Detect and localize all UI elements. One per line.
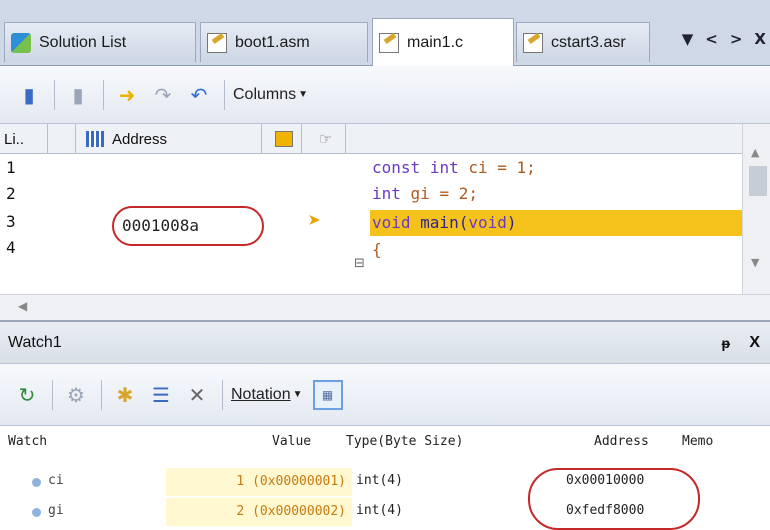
refresh-icon[interactable]: ↻ bbox=[12, 380, 42, 410]
watch-table: Watch Value Type(Byte Size) Address Memo… bbox=[0, 426, 770, 530]
watch-name: gi bbox=[48, 503, 64, 518]
watch-type: int(4) bbox=[356, 473, 403, 488]
undo-icon[interactable]: ↶ bbox=[184, 80, 214, 110]
breakpoint-icon bbox=[274, 131, 293, 147]
go-to-pc-icon[interactable]: ➜ bbox=[112, 80, 142, 110]
address-column-header[interactable]: Address bbox=[76, 124, 262, 154]
close-icon[interactable]: X bbox=[749, 334, 760, 352]
collapse-icon[interactable]: ⊟ bbox=[354, 256, 365, 271]
editor-column-header: Li.. Address ☞ bbox=[0, 124, 750, 154]
address-annotation-circle bbox=[528, 468, 700, 530]
col-header-address[interactable]: Address bbox=[594, 434, 649, 449]
tab-label: cstart3.asr bbox=[551, 33, 626, 51]
asm-file-icon bbox=[207, 32, 227, 53]
horizontal-scrollbar[interactable]: ◀ bbox=[0, 294, 770, 320]
chevron-down-icon: ▼ bbox=[292, 388, 303, 400]
delete-icon[interactable]: ✕ bbox=[182, 380, 212, 410]
current-pc-arrow-icon: ➤ bbox=[308, 209, 322, 234]
watch-name: ci bbox=[48, 473, 64, 488]
watch-type: int(4) bbox=[356, 503, 403, 518]
step-over-icon[interactable]: ↷ bbox=[148, 80, 178, 110]
toolbar-separator bbox=[222, 379, 223, 410]
variable-icon bbox=[32, 508, 41, 517]
address-annotation-circle bbox=[112, 206, 264, 246]
pointer-icon: ☞ bbox=[318, 131, 333, 148]
toolbar-separator bbox=[52, 379, 53, 410]
gear-icon[interactable]: ⚙ bbox=[61, 380, 91, 410]
tab-main1-c[interactable]: main1.c bbox=[372, 18, 514, 66]
hex-notation-icon[interactable]: ▦ bbox=[312, 379, 343, 410]
col-header-watch[interactable]: Watch bbox=[8, 434, 47, 449]
tab-label: Solution List bbox=[39, 33, 127, 51]
col-header-memo[interactable]: Memo bbox=[682, 434, 713, 449]
editor-toolbar: ▮ ▮ ➜ ↷ ↶ Columns ▼ bbox=[0, 66, 770, 124]
bookmark-icon[interactable]: ▮ bbox=[14, 80, 44, 110]
scrollbar-thumb[interactable] bbox=[749, 166, 767, 196]
toolbar-separator bbox=[103, 79, 104, 110]
code-line[interactable]: { bbox=[372, 240, 382, 259]
code-line-current[interactable]: void main(void) bbox=[370, 210, 742, 236]
tab-next-icon[interactable]: > bbox=[730, 30, 743, 48]
tab-boot1-asm[interactable]: boot1.asm bbox=[200, 22, 368, 62]
code-line[interactable]: const int ci = 1; bbox=[372, 158, 536, 177]
columns-label: Columns bbox=[233, 85, 297, 103]
tab-label: boot1.asm bbox=[235, 33, 310, 51]
solution-icon bbox=[11, 32, 31, 53]
variable-icon bbox=[32, 478, 41, 487]
watch-toolbar: ↻ ⚙ ✱ ☰ ✕ Notation ▼ ▦ bbox=[0, 364, 770, 426]
col-header-type[interactable]: Type(Byte Size) bbox=[346, 434, 463, 449]
action-column-header[interactable]: ☞ bbox=[302, 124, 346, 154]
add-group-icon[interactable]: ☰ bbox=[146, 380, 176, 410]
toolbar-separator bbox=[224, 79, 225, 110]
add-watch-icon[interactable]: ✱ bbox=[110, 380, 140, 410]
c-file-icon bbox=[379, 32, 399, 53]
line-column-header[interactable]: Li.. bbox=[0, 124, 48, 154]
pin-icon[interactable]: ᵽ bbox=[721, 335, 730, 351]
breakpoint-column-header[interactable] bbox=[262, 124, 302, 154]
notation-label: Notation bbox=[231, 385, 291, 403]
grid-icon bbox=[86, 131, 104, 147]
tab-dropdown-icon[interactable]: ▼ bbox=[682, 30, 694, 48]
tab-close-icon[interactable]: X bbox=[754, 30, 766, 48]
line-number: 3 bbox=[6, 212, 16, 231]
columns-menu-button[interactable]: Columns ▼ bbox=[233, 86, 308, 104]
notation-menu-button[interactable]: Notation ▼ bbox=[231, 386, 303, 404]
toolbar-separator bbox=[101, 379, 102, 410]
document-tab-strip: Solution List boot1.asm main1.c cstart3.… bbox=[0, 0, 770, 66]
tab-cstart3-asm[interactable]: cstart3.asr bbox=[516, 22, 650, 62]
line-number: 4 bbox=[6, 238, 16, 257]
tab-solution-list[interactable]: Solution List bbox=[4, 22, 196, 62]
watch-panel-title: Watch1 bbox=[8, 333, 62, 351]
tab-label: main1.c bbox=[407, 33, 464, 51]
bookmark-clear-icon[interactable]: ▮ bbox=[63, 80, 93, 110]
watch-panel-title-bar: Watch1 ᵽ X bbox=[0, 320, 770, 364]
tab-prev-icon[interactable]: < bbox=[705, 30, 718, 48]
toolbar-separator bbox=[54, 79, 55, 110]
watch-value[interactable]: 1 (0x00000001) bbox=[166, 468, 352, 496]
scroll-down-icon[interactable]: ▼ bbox=[751, 256, 759, 269]
source-editor: Li.. Address ☞ 1 2 3 4 0001008a ➤ const … bbox=[0, 124, 770, 320]
scroll-up-icon[interactable]: ▲ bbox=[751, 146, 759, 159]
bookmark-column-header[interactable] bbox=[48, 124, 76, 154]
code-line[interactable]: int gi = 2; bbox=[372, 184, 478, 203]
col-header-value[interactable]: Value bbox=[272, 434, 311, 449]
chevron-down-icon: ▼ bbox=[298, 88, 309, 100]
scroll-left-icon[interactable]: ◀ bbox=[18, 299, 27, 313]
asm-file-icon bbox=[523, 32, 543, 53]
line-number: 2 bbox=[6, 184, 16, 203]
watch-value[interactable]: 2 (0x00000002) bbox=[166, 498, 352, 526]
tab-controls: ▼ < > X bbox=[682, 30, 766, 48]
vertical-scrollbar[interactable]: ▲ ▼ bbox=[742, 124, 770, 294]
line-number: 1 bbox=[6, 158, 16, 177]
